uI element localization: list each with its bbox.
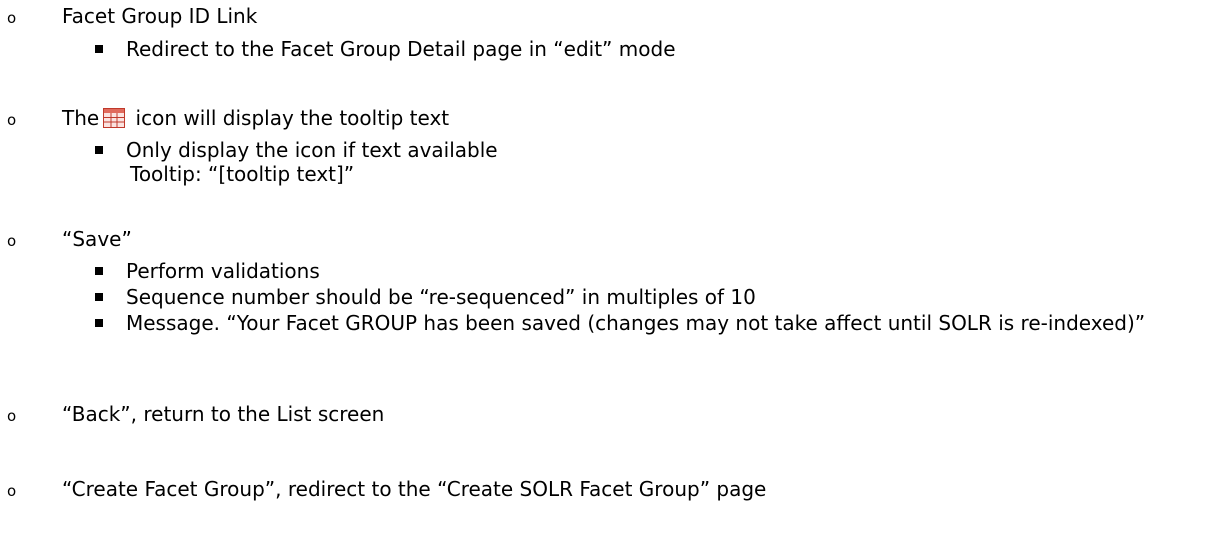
square-bullet-icon (95, 45, 103, 53)
circle-bullet-icon: o (7, 407, 17, 425)
list-item-title: “Create Facet Group”, redirect to the “C… (62, 477, 767, 501)
sub-item-text: Message. “Your Facet GROUP has been save… (126, 311, 1146, 335)
table-grid-icon (103, 108, 126, 128)
list-item-title: Facet Group ID Link (62, 4, 258, 28)
square-bullet-icon (95, 319, 103, 327)
document-page: o Facet Group ID Link Redirect to the Fa… (0, 0, 1209, 536)
square-bullet-icon (95, 146, 103, 154)
square-bullet-icon (95, 267, 103, 275)
list-item-title: “Save” (62, 227, 132, 251)
sub-item-text: Redirect to the Facet Group Detail page … (126, 37, 676, 61)
title-after-icon: icon will display the tooltip text (129, 106, 450, 130)
circle-bullet-icon: o (7, 9, 17, 27)
square-bullet-icon (95, 293, 103, 301)
circle-bullet-icon: o (7, 111, 17, 129)
sub-item-text: Perform validations (126, 259, 320, 283)
sub-item-text: Sequence number should be “re-sequenced”… (126, 285, 756, 309)
circle-bullet-icon: o (7, 482, 17, 500)
list-item-title: “Back”, return to the List screen (62, 402, 385, 426)
tooltip-continuation-text: Tooltip: “[tooltip text]” (130, 162, 355, 186)
list-item-title: The icon will display the tooltip text (62, 105, 449, 131)
sub-item-text: Only display the icon if text available (126, 138, 498, 162)
circle-bullet-icon: o (7, 232, 17, 250)
title-before-icon: The (62, 106, 100, 130)
